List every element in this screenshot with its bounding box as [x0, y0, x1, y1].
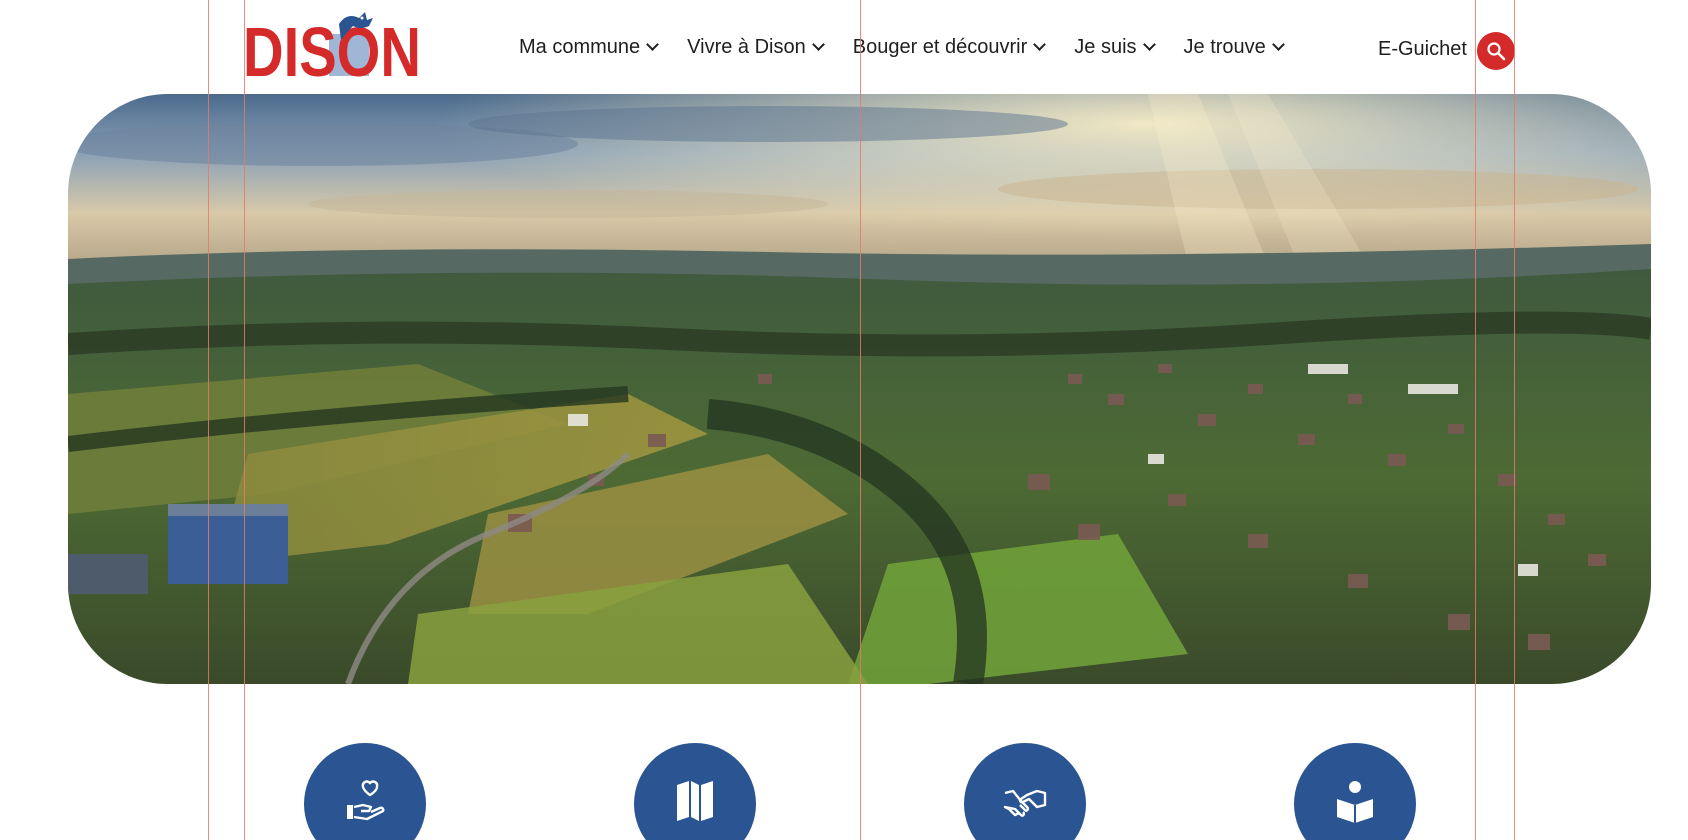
quicklink-education[interactable]	[1294, 743, 1416, 840]
site-header: DISON Ma commune Vivre à Dison Bouger et…	[0, 0, 1688, 94]
handshake-icon	[1003, 789, 1047, 817]
search-icon	[1487, 42, 1506, 61]
dison-logo-image: DISON	[243, 12, 421, 80]
hand-heart-icon	[347, 780, 385, 821]
nav-item-vivre-a-dison[interactable]: Vivre à Dison	[687, 36, 825, 59]
nav-item-je-suis[interactable]: Je suis	[1074, 36, 1156, 59]
map-icon	[677, 781, 713, 821]
nav-item-label: Je trouve	[1183, 36, 1266, 58]
nav-item-je-trouve[interactable]: Je trouve	[1183, 36, 1285, 59]
nav-item-label: Vivre à Dison	[687, 36, 806, 58]
quicklink-map[interactable]	[634, 743, 756, 840]
nav-item-bouger-et-decouvrir[interactable]: Bouger et découvrir	[852, 36, 1047, 59]
nav-item-ma-commune[interactable]: Ma commune	[519, 36, 660, 59]
nav-item-label: Bouger et découvrir	[852, 36, 1028, 58]
eguichet-link[interactable]: E-Guichet	[1378, 38, 1467, 61]
search-button[interactable]	[1477, 32, 1515, 70]
nav-item-label: Ma commune	[519, 36, 641, 58]
quicklink-solidarity[interactable]	[304, 743, 426, 840]
svg-text:DISON: DISON	[243, 13, 421, 80]
reader-icon	[1337, 781, 1373, 823]
chevron-down-icon	[811, 38, 825, 51]
hero-image	[68, 94, 1651, 684]
main-nav: Ma commune Vivre à Dison Bouger et décou…	[519, 36, 1313, 59]
site-logo[interactable]: DISON	[243, 10, 421, 80]
chevron-down-icon	[1271, 38, 1285, 51]
chevron-down-icon	[646, 38, 660, 51]
chevron-down-icon	[1142, 38, 1156, 51]
hero-banner	[68, 94, 1651, 684]
nav-item-label: Je suis	[1074, 36, 1137, 58]
quick-links	[0, 743, 1688, 840]
chevron-down-icon	[1033, 38, 1047, 51]
quicklink-partnership[interactable]	[964, 743, 1086, 840]
